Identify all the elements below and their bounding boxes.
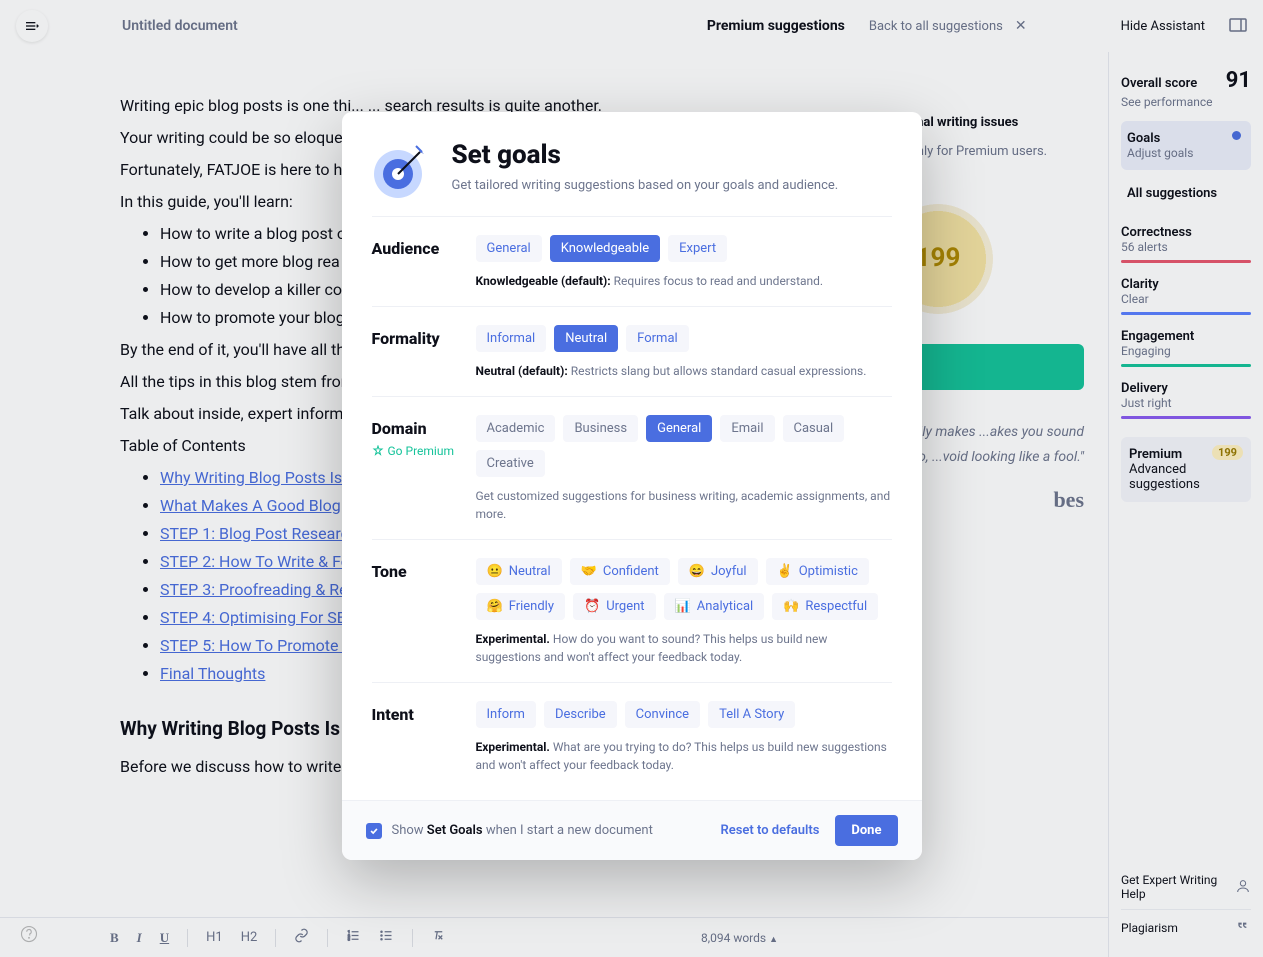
- option-pill[interactable]: Casual: [783, 415, 845, 442]
- option-pill[interactable]: Neutral: [554, 325, 618, 352]
- option-pill[interactable]: Convince: [625, 701, 700, 728]
- show-goals-label: Show Set Goals when I start a new docume…: [392, 823, 653, 838]
- tone-pill[interactable]: ⏰Urgent: [573, 593, 656, 620]
- option-pill[interactable]: General: [646, 415, 712, 442]
- tone-pill[interactable]: 😄Joyful: [678, 558, 758, 585]
- target-icon: [372, 140, 432, 200]
- tone-pill[interactable]: ✌️Optimistic: [766, 558, 869, 585]
- option-pill[interactable]: Describe: [544, 701, 617, 728]
- option-pill[interactable]: General: [476, 235, 542, 262]
- reset-defaults-button[interactable]: Reset to defaults: [720, 823, 819, 838]
- section-intent: Intent InformDescribeConvinceTell A Stor…: [372, 682, 892, 790]
- section-formality: Formality InformalNeutralFormal Neutral …: [372, 306, 892, 396]
- option-pill[interactable]: Tell A Story: [708, 701, 795, 728]
- section-audience: Audience GeneralKnowledgeableExpert Know…: [372, 216, 892, 306]
- show-goals-checkbox[interactable]: [366, 823, 382, 839]
- option-pill[interactable]: Academic: [476, 415, 556, 442]
- option-pill[interactable]: Knowledgeable: [550, 235, 660, 262]
- option-pill[interactable]: Creative: [476, 450, 545, 477]
- tone-pill[interactable]: 🤗Friendly: [476, 593, 566, 620]
- section-tone: Tone 😐Neutral🤝Confident😄Joyful✌️Optimist…: [372, 539, 892, 682]
- option-pill[interactable]: Inform: [476, 701, 536, 728]
- tone-pill[interactable]: 🤝Confident: [570, 558, 670, 585]
- set-goals-modal: Set goals Get tailored writing suggestio…: [342, 112, 922, 860]
- modal-footer: Show Set Goals when I start a new docume…: [342, 800, 922, 860]
- modal-title: Set goals: [452, 140, 839, 170]
- tone-pill[interactable]: 🙌Respectful: [772, 593, 878, 620]
- option-pill[interactable]: Email: [720, 415, 774, 442]
- option-pill[interactable]: Informal: [476, 325, 547, 352]
- tone-pill[interactable]: 😐Neutral: [476, 558, 562, 585]
- modal-subtitle: Get tailored writing suggestions based o…: [452, 178, 839, 193]
- tone-pill[interactable]: 📊Analytical: [664, 593, 765, 620]
- done-button[interactable]: Done: [835, 815, 897, 846]
- option-pill[interactable]: Formal: [626, 325, 689, 352]
- modal-backdrop[interactable]: Set goals Get tailored writing suggestio…: [0, 0, 1263, 957]
- option-pill[interactable]: Expert: [668, 235, 727, 262]
- option-pill[interactable]: Business: [563, 415, 638, 442]
- section-domain: Domain Go Premium AcademicBusinessGenera…: [372, 396, 892, 539]
- go-premium-link[interactable]: Go Premium: [372, 444, 462, 458]
